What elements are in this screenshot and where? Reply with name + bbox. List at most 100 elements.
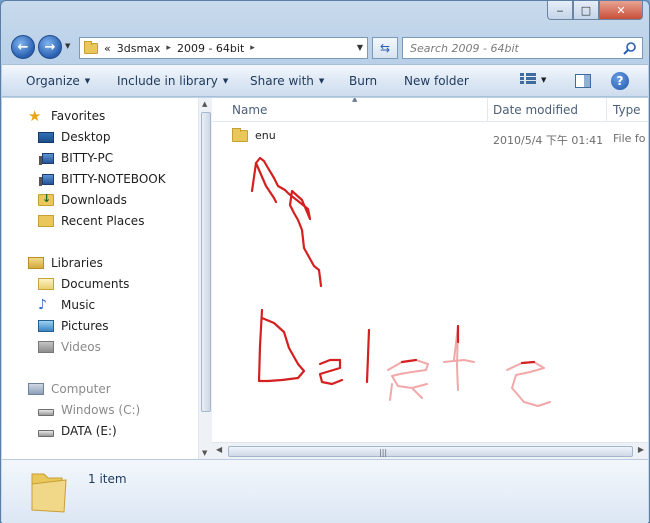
sidebar-item-bitty-pc[interactable]: BITTY-PC [39, 151, 114, 165]
item-count: 1 item [88, 472, 127, 486]
sidebar-item-bitty-notebook[interactable]: BITTY-NOTEBOOK [39, 172, 166, 186]
sidebar-item-favorites[interactable]: ★ Favorites [28, 109, 106, 124]
view-icon [520, 73, 536, 87]
scroll-right-icon[interactable]: ▶ [638, 445, 644, 454]
file-list: ▲ Name Date modified Type enu 2010/5/4 下… [212, 98, 648, 459]
refresh-button[interactable]: ⇆ [372, 37, 398, 59]
breadcrumb-2009-64bit[interactable]: 2009 - 64bit [177, 42, 244, 55]
sidebar-item-label: Pictures [61, 319, 109, 333]
refresh-icon: ⇆ [379, 41, 391, 55]
search-input[interactable]: Search 2009 - 64bit [410, 42, 519, 55]
maximize-button[interactable]: □ [573, 1, 599, 20]
annotation-letter-l [365, 328, 371, 384]
folder-icon [84, 40, 98, 54]
desktop-icon [38, 131, 54, 143]
sidebar-item-label: DATA (E:) [61, 424, 117, 438]
include-in-library-menu[interactable]: Include in library ▼ [117, 74, 228, 88]
column-name[interactable]: Name [232, 103, 267, 117]
breadcrumb-overflow[interactable]: « [104, 42, 111, 55]
help-icon[interactable]: ? [611, 72, 629, 90]
search-icon[interactable] [623, 41, 637, 55]
folder-icon [232, 127, 248, 142]
explorer-window: ‒ □ ✕ ← → ▼ « 3dsmax ▸ 2009 - 64bit ▸ ▼ … [0, 0, 650, 523]
sidebar-item-label: Favorites [51, 109, 106, 123]
sidebar-item-label: BITTY-NOTEBOOK [61, 172, 166, 186]
sidebar-item-label: Desktop [61, 130, 111, 144]
annotation-letter-e [318, 358, 344, 386]
sidebar-item-libraries[interactable]: Libraries [28, 256, 103, 270]
sidebar-item-label: Videos [61, 340, 101, 354]
back-arrow-icon: ← [17, 39, 29, 55]
column-type[interactable]: Type [613, 103, 641, 117]
documents-icon [38, 278, 54, 290]
sidebar-item-label: BITTY-PC [61, 151, 114, 165]
organize-menu[interactable]: Organize ▼ [26, 74, 90, 88]
library-icon [28, 257, 44, 269]
file-date-modified: 2010/5/4 下午 01:41 [493, 134, 604, 147]
delete-annotation [250, 156, 551, 407]
sidebar-item-pictures[interactable]: Pictures [38, 319, 109, 333]
close-button[interactable]: ✕ [599, 1, 643, 20]
sidebar-item-computer[interactable]: Computer [28, 382, 111, 396]
file-name: enu [255, 129, 276, 142]
computer-icon [39, 173, 54, 186]
sidebar-item-music[interactable]: ♪ Music [38, 298, 95, 312]
command-bar: Organize ▼ Include in library ▼ Share with… [2, 64, 648, 97]
recent-pages-dropdown[interactable]: ▼ [65, 42, 70, 50]
file-type: File fo [613, 132, 646, 145]
scrollbar-thumb[interactable] [201, 112, 211, 412]
annotation-letter-d [257, 308, 306, 383]
sidebar-item-windows-c[interactable]: Windows (C:) [38, 403, 140, 417]
recent-places-icon [38, 215, 54, 227]
column-divider[interactable] [487, 98, 488, 122]
sidebar-item-data-e[interactable]: DATA (E:) [38, 424, 117, 438]
navigation-pane: ★ Favorites Desktop BITTY-PC BITTY-NOTEB… [2, 98, 212, 459]
chevron-down-icon: ▼ [541, 76, 547, 84]
sort-ascending-icon: ▲ [352, 98, 358, 103]
sidebar-item-label: Music [61, 298, 96, 312]
details-pane: 1 item [2, 459, 648, 523]
annotation-arrow [250, 156, 323, 288]
scroll-up-icon[interactable]: ▲ [202, 100, 207, 108]
sidebar-item-videos[interactable]: Videos [38, 340, 101, 354]
sidebar-item-downloads[interactable]: Downloads [38, 192, 127, 207]
drive-icon [38, 408, 54, 416]
new-folder-button[interactable]: New folder [404, 74, 469, 88]
share-with-menu[interactable]: Share with ▼ [250, 74, 324, 88]
breadcrumb-separator[interactable]: ▸ [166, 43, 171, 53]
breadcrumb-separator[interactable]: ▸ [250, 43, 255, 53]
forward-button[interactable]: → [38, 35, 62, 59]
scroll-down-icon[interactable]: ▼ [202, 449, 207, 457]
organize-label: Organize [26, 74, 80, 88]
back-button[interactable]: ← [11, 35, 35, 59]
forward-arrow-icon: → [44, 39, 56, 55]
column-divider[interactable] [606, 98, 607, 122]
address-dropdown[interactable]: ▼ [357, 43, 363, 52]
computer-icon [39, 152, 54, 165]
sidebar-item-recent-places[interactable]: Recent Places [38, 214, 144, 228]
column-date-modified[interactable]: Date modified [493, 103, 578, 117]
chevron-down-icon: ▼ [318, 77, 325, 85]
folder-icon [31, 473, 67, 513]
computer-icon [28, 383, 44, 395]
sidebar-item-desktop[interactable]: Desktop [38, 130, 111, 144]
table-row[interactable]: enu [232, 127, 276, 142]
search-box[interactable]: Search 2009 - 64bit [402, 37, 643, 59]
include-in-library-label: Include in library [117, 74, 218, 88]
minimize-button[interactable]: ‒ [547, 1, 573, 20]
scroll-left-icon[interactable]: ◀ [216, 445, 222, 454]
sidebar-item-label: Libraries [51, 256, 103, 270]
sidebar-item-documents[interactable]: Documents [38, 277, 129, 291]
preview-pane-icon[interactable] [575, 74, 591, 88]
chevron-down-icon: ▼ [222, 77, 229, 85]
drive-icon [38, 429, 54, 437]
sidebar-item-label: Windows (C:) [61, 403, 141, 417]
horizontal-scrollbar[interactable]: ◀ ||| ▶ [212, 442, 648, 459]
change-view-button[interactable]: ▼ [520, 73, 546, 87]
burn-button[interactable]: Burn [349, 74, 377, 88]
address-bar[interactable]: « 3dsmax ▸ 2009 - 64bit ▸ ▼ [79, 37, 368, 59]
column-header-row: ▲ Name Date modified Type [212, 98, 648, 122]
nav-scrollbar[interactable]: ▲ ▼ [198, 98, 212, 459]
breadcrumb-3dsmax[interactable]: 3dsmax [117, 42, 161, 55]
scrollbar-thumb[interactable]: ||| [228, 446, 633, 457]
